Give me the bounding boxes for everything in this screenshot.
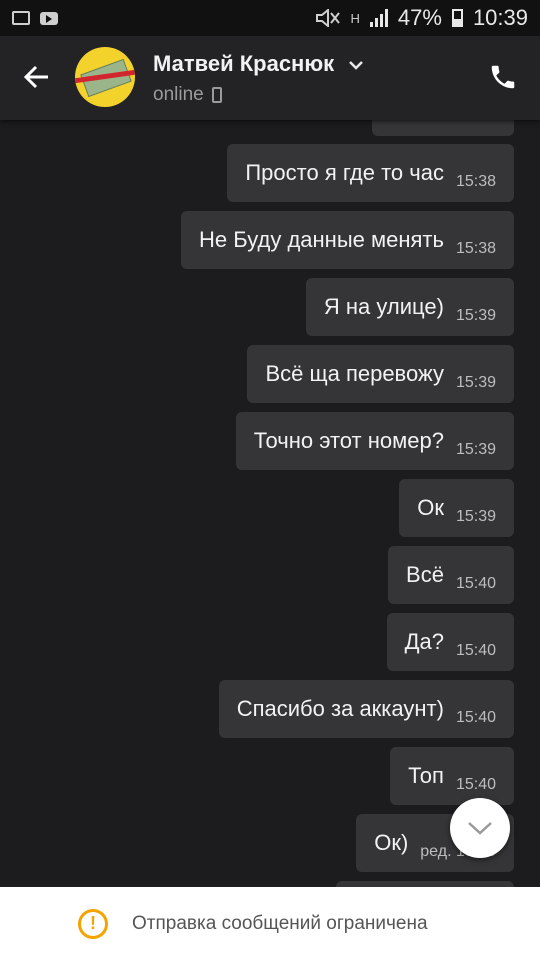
message-time: 15:38 [455,173,496,190]
message-time: 15:40 [455,709,496,726]
message-time: 15:39 [455,374,496,391]
message-time: 15:39 [455,508,496,525]
network-type-label: H [350,10,360,26]
contact-status: online [153,84,222,106]
signal-icon [369,9,388,27]
restriction-text: Отправка сообщений ограничена [132,912,428,934]
warning-mark: ! [90,913,96,933]
status-bar-right: H 47% 10:39 [315,5,528,31]
message-list[interactable]: Просто я где то час 15:38 Не Буду данные… [0,120,540,887]
message-bubble[interactable]: Спасибо за аккаунт) 15:40 [218,680,514,738]
message-text: Спасибо за аккаунт) [236,696,444,721]
chevron-down-icon [349,61,364,70]
exclamation-icon: ! [78,908,108,939]
gallery-icon [12,11,30,25]
message-text: Не Буду данные менять [199,227,444,252]
messaging-restricted-banner: ! Отправка сообщений ограничена [0,887,540,960]
message-time: 15:38 [455,240,496,257]
message-text: Я на улице) [323,294,444,319]
chevron-down-icon [468,822,492,835]
status-text: online [153,84,204,105]
message-text: Топ [408,763,444,788]
message-time: 15:40 [455,776,496,793]
message-text: Да? [404,629,444,654]
battery-percent: 47% [397,5,442,30]
message-text: Точно этот номер? [253,428,444,453]
contact-name-row[interactable]: Матвей Краснюк [153,51,364,77]
message-bubble[interactable]: Топ 15:40 [390,747,514,805]
message-bubble[interactable]: Я на улице) 15:39 [305,278,514,336]
mobile-device-icon [211,87,222,103]
message-time: 15:39 [455,307,496,324]
contact-name: Матвей Краснюк [153,51,335,76]
youtube-icon [40,11,58,25]
message-bubble[interactable]: Всё ща перевожу 15:39 [247,345,514,403]
message-bubble[interactable]: Не Буду данные менять 15:38 [181,211,514,269]
chat-header: Матвей Краснюк online [0,36,540,120]
mute-icon [315,9,340,27]
message-text: Ок [417,495,444,520]
status-bar-left [12,11,58,25]
message-bubble[interactable]: Точно этот номер? 15:39 [235,412,514,470]
battery-icon [451,9,463,27]
avatar[interactable] [75,47,135,107]
status-time: 10:39 [472,5,528,30]
status-bar: H 47% 10:39 [0,0,540,36]
message-text: Ок) [374,830,409,855]
phone-icon[interactable] [488,62,518,92]
message-bubble[interactable]: Просто я где то час 15:38 [227,144,514,202]
message-bubble[interactable]: Всё 15:40 [388,546,514,604]
message-text: Всё ща перевожу [265,361,444,386]
message-bubble[interactable]: Да? 15:40 [386,613,514,671]
message-time: 15:40 [455,575,496,592]
scroll-to-bottom-button[interactable] [450,798,510,858]
message-time: 15:39 [455,441,496,458]
message-time: 15:40 [455,642,496,659]
message-bubble[interactable]: Ок 15:39 [399,479,514,537]
arrow-left-icon[interactable] [22,62,52,92]
message-bubble-partial [372,120,514,136]
message-text: Просто я где то час [245,160,444,185]
message-text: Всё [406,562,444,587]
